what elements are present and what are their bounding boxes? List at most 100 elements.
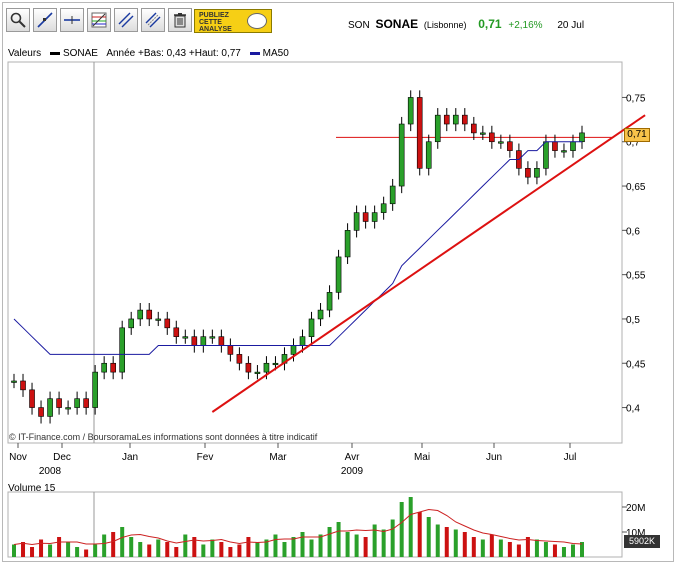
volume-bar [129,537,134,557]
candle-body [507,141,513,151]
candle-body [155,318,162,321]
price-panel [7,61,623,444]
x-tick-label: Mai [414,452,430,463]
candle-body [110,362,116,373]
volume-bar [534,539,539,557]
candle-body [552,141,558,151]
volume-bar [570,544,575,557]
volume-bar [336,522,341,557]
candle-body [452,114,459,125]
volume-bar [516,544,521,557]
volume-bar [30,547,35,557]
volume-bar [21,542,26,557]
y-tick-label: 0,75 [626,93,646,104]
volume-bar [543,542,548,557]
candle-body [407,97,414,125]
candle-body [443,114,450,125]
price-chart: 0,40,450,50,550,60,650,70,75Nov Dec Jan Fev… [7,61,646,558]
y-tick-label: 0,45 [626,359,646,370]
x-year-label: 2008 [39,466,62,477]
volume-bar [507,542,512,557]
volume-bar [48,544,53,557]
candle-body [236,354,243,364]
volume-bar [561,547,566,557]
candle-body [29,389,35,408]
volume-bar [318,534,323,557]
candle-body [561,150,567,153]
volume-bar [201,544,206,557]
x-tick-label: Dec [53,452,71,463]
candle-body [200,336,207,346]
volume-bar [84,549,89,557]
volume-bar [156,539,161,557]
candle-body [543,141,549,169]
volume-bar [246,537,251,557]
volume-bar [354,534,359,557]
volume-bar [282,542,287,557]
volume-bar [417,512,422,557]
last-price-badge: 0,71 [624,128,650,142]
candle-body [263,362,270,373]
candle-body [471,123,477,134]
y-tick-label: 0,5 [626,315,640,326]
candle-body [83,398,89,408]
candle-body [371,212,378,222]
last-volume-badge: 5902K [624,535,660,548]
volume-bar [345,532,350,557]
candle-body [525,168,531,178]
y-tick-label: 0,65 [626,182,646,193]
candle-body [416,97,423,169]
candle-body [20,380,26,391]
x-tick-label: Avr [345,452,360,463]
candle-body [353,212,360,231]
volume-bar [327,527,332,557]
candle-body [290,345,297,355]
volume-bar [390,519,395,557]
volume-bar [489,534,494,557]
candle-body [128,318,135,329]
volume-bar [498,539,503,557]
volume-bar [435,524,440,557]
candle-body [137,309,144,320]
candle-body [425,141,432,169]
volume-bar [237,544,242,557]
candle-body [534,168,540,178]
candle-body [119,327,125,373]
candle-body [74,398,80,408]
volume-bar [480,539,485,557]
volume-bar [183,534,188,557]
volume-bar [273,534,278,557]
volume-bar [426,517,431,557]
candle-body [389,185,396,205]
volume-bar [39,539,44,557]
volume-bar [147,544,152,557]
x-tick-label: Fev [197,452,214,463]
volume-bar [102,534,107,557]
volume-bar [219,542,224,557]
candle-body [272,362,279,366]
volume-bar [444,527,449,557]
candle-body [65,407,71,410]
volume-bar [93,544,98,557]
volume-bar [75,547,80,557]
candle-body [317,309,324,320]
candle-body [227,345,234,355]
volume-bar [165,542,170,557]
x-year-label: 2009 [341,466,364,477]
candle-body [101,362,107,373]
volume-bar [408,497,413,557]
candle-body [245,362,252,373]
volume-bar [300,532,305,557]
candle-body [182,336,189,339]
volume-bar [471,537,476,557]
x-tick-label: Nov [9,452,27,463]
x-tick-label: Jan [122,452,138,463]
candle-body [489,132,495,143]
candle-body [218,336,225,346]
candle-body [209,336,216,339]
candle-body [191,336,198,346]
volume-bar [399,502,404,557]
volume-bar [228,547,233,557]
x-tick-label: Jun [486,452,502,463]
candle-body [570,141,576,151]
